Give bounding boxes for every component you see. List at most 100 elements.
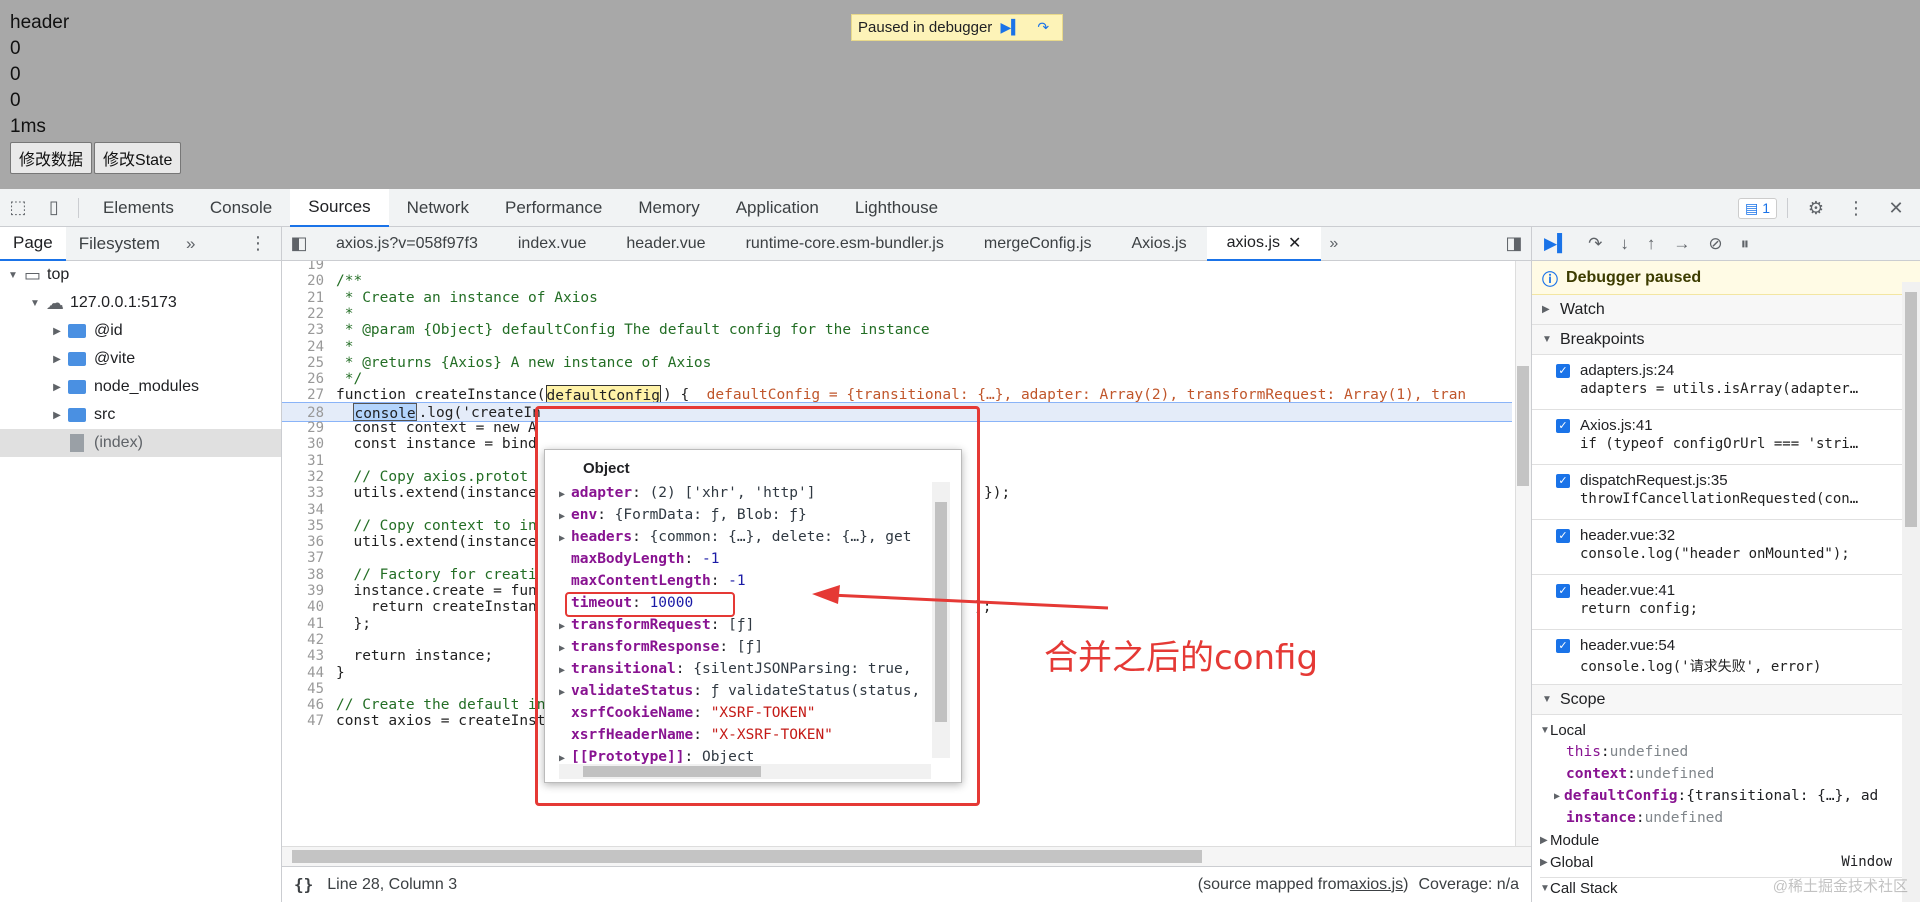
scope-panel: ▼ Local this: undefined context: undefine…	[1532, 715, 1920, 899]
breakpoint-checkbox[interactable]: ✓	[1556, 364, 1570, 378]
tree-item-label: top	[47, 266, 70, 283]
editor-tab[interactable]: header.vue	[606, 227, 725, 261]
scope-global-header[interactable]: ▶ Global Window	[1540, 851, 1920, 873]
coverage-label: Coverage: n/a	[1418, 875, 1519, 893]
close-icon[interactable]: ✕	[1878, 190, 1914, 226]
tree-item[interactable]: ▶ src	[0, 401, 281, 429]
modify-state-button[interactable]: 修改State	[94, 142, 182, 174]
line-number[interactable]: 47	[282, 711, 334, 731]
expand-arrow-icon[interactable]: ▶	[50, 410, 64, 421]
scope-variable[interactable]: this: undefined	[1540, 741, 1920, 763]
expand-arrow-icon[interactable]: ▶	[50, 326, 64, 337]
breakpoint-item[interactable]: ✓ header.vue:41 return config;	[1532, 575, 1920, 630]
toggle-navigator-icon[interactable]: ◧	[282, 226, 316, 262]
navigator-menu-icon[interactable]: ⋮	[249, 233, 281, 254]
editor-scroll-thumb[interactable]	[1517, 366, 1529, 486]
expand-arrow-icon[interactable]: ▶	[1554, 791, 1564, 802]
breakpoint-location: header.vue:32	[1580, 527, 1676, 544]
editor-vertical-scrollbar[interactable]	[1515, 261, 1531, 846]
debugger-scrollbar[interactable]	[1902, 282, 1920, 902]
collapse-arrow-icon[interactable]: ▼	[28, 298, 42, 309]
tab-sources[interactable]: Sources	[290, 188, 389, 227]
cursor-position: Line 28, Column 3	[327, 875, 458, 893]
watermark: @稀土掘金技术社区	[1772, 878, 1908, 895]
tab-application[interactable]: Application	[718, 189, 837, 227]
editor-tab[interactable]: Axios.js	[1111, 227, 1206, 261]
device-toolbar-icon[interactable]: ▯	[36, 190, 72, 226]
collapse-arrow-icon: ▼	[1542, 334, 1552, 345]
editor-tab[interactable]: axios.js?v=058f97f3	[316, 227, 498, 261]
editor-tab[interactable]: runtime-core.esm-bundler.js	[726, 227, 964, 261]
issues-count: 1	[1762, 200, 1770, 216]
scope-section-header[interactable]: ▼ Scope	[1532, 685, 1920, 715]
close-tab-icon[interactable]: ✕	[1288, 233, 1301, 253]
tab-network[interactable]: Network	[389, 189, 487, 227]
deactivate-breakpoints-icon[interactable]: ⊘	[1708, 234, 1722, 254]
more-tabs-icon[interactable]: »	[173, 227, 208, 261]
breakpoint-item[interactable]: ✓ dispatchRequest.js:35 throwIfCancellatio…	[1532, 465, 1920, 520]
tab-memory[interactable]: Memory	[620, 189, 717, 227]
tree-item[interactable]: ▶ @id	[0, 317, 281, 345]
pretty-print-button[interactable]: {}	[282, 875, 327, 894]
pause-on-exceptions-icon[interactable]: ⏸	[1741, 234, 1750, 254]
breakpoint-checkbox[interactable]: ✓	[1556, 474, 1570, 488]
breakpoint-item[interactable]: ✓ Axios.js:41 if (typeof configOrUrl === '…	[1532, 410, 1920, 465]
gear-icon[interactable]: ⚙	[1798, 190, 1834, 226]
page-line-header: header	[10, 12, 70, 33]
scope-local-header[interactable]: ▼ Local	[1540, 719, 1920, 741]
step-into-icon[interactable]: ↓	[1620, 234, 1629, 254]
inspect-element-icon[interactable]: ⬚	[0, 190, 36, 226]
tab-console[interactable]: Console	[192, 189, 290, 227]
tree-item[interactable]: (index)	[0, 429, 281, 457]
tab-performance[interactable]: Performance	[487, 189, 620, 227]
more-options-icon[interactable]: ⋮	[1838, 190, 1874, 226]
breakpoint-code: adapters = utils.isArray(adapter…	[1580, 381, 1859, 397]
step-over-icon[interactable]: ↷	[1588, 234, 1602, 254]
editor-tab[interactable]: mergeConfig.js	[964, 227, 1112, 261]
step-over-icon[interactable]: ↷	[1030, 17, 1056, 38]
breakpoint-item[interactable]: ✓ header.vue:54 console.log('请求失败', error)	[1532, 630, 1920, 685]
scope-variable[interactable]: instance: undefined	[1540, 807, 1920, 829]
editor-tab-active[interactable]: axios.js ✕	[1206, 226, 1322, 261]
editor-horizontal-scrollbar[interactable]	[282, 846, 1531, 866]
step-out-icon[interactable]: ↑	[1647, 234, 1656, 254]
breakpoint-item[interactable]: ✓ adapters.js:24 adapters = utils.isArray(…	[1532, 355, 1920, 410]
breakpoint-checkbox[interactable]: ✓	[1556, 584, 1570, 598]
modify-data-button[interactable]: 修改数据	[10, 142, 93, 174]
watch-section-header[interactable]: ▶ Watch	[1532, 295, 1920, 325]
toggle-debugger-icon[interactable]: ◨	[1497, 226, 1531, 262]
source-map-link[interactable]: axios.js	[1350, 876, 1403, 894]
page-viewport: header 0 0 0 1ms 修改数据 修改State Paused in …	[0, 0, 1920, 189]
scope-variable[interactable]: context: undefined	[1540, 763, 1920, 785]
breakpoint-location: header.vue:54	[1580, 637, 1676, 654]
resume-icon[interactable]: ▶▍	[1544, 234, 1570, 254]
tree-item[interactable]: ▼ ☁ 127.0.0.1:5173	[0, 289, 281, 317]
issues-badge[interactable]: ▤ 1	[1737, 197, 1777, 219]
tree-item[interactable]: ▼ ▭ top	[0, 261, 281, 289]
scope-variable[interactable]: ▶ defaultConfig: {transitional: {…}, ad	[1540, 785, 1920, 807]
editor-hscroll-thumb[interactable]	[292, 850, 1202, 863]
scope-module-header[interactable]: ▶ Module	[1540, 829, 1920, 851]
resume-icon[interactable]: ▶▍	[998, 17, 1024, 38]
breakpoints-section-header[interactable]: ▼ Breakpoints	[1532, 325, 1920, 355]
tree-item[interactable]: ▶ node_modules	[0, 373, 281, 401]
tab-lighthouse[interactable]: Lighthouse	[837, 189, 956, 227]
tab-filesystem[interactable]: Filesystem	[66, 227, 173, 261]
debugger-scroll-thumb[interactable]	[1905, 292, 1917, 527]
editor-tab[interactable]: index.vue	[498, 227, 607, 261]
breakpoint-checkbox[interactable]: ✓	[1556, 639, 1570, 653]
page-line-time: 1ms	[10, 116, 46, 137]
breakpoint-checkbox[interactable]: ✓	[1556, 529, 1570, 543]
breakpoint-item[interactable]: ✓ header.vue:32 console.log("header onMoun…	[1532, 520, 1920, 575]
watch-label: Watch	[1560, 300, 1605, 318]
folder-icon	[68, 380, 86, 394]
step-icon[interactable]: →	[1673, 234, 1690, 254]
tab-elements[interactable]: Elements	[85, 189, 192, 227]
more-tabs-icon[interactable]: »	[1321, 227, 1346, 261]
collapse-arrow-icon[interactable]: ▼	[6, 270, 20, 281]
breakpoint-checkbox[interactable]: ✓	[1556, 419, 1570, 433]
tab-page[interactable]: Page	[0, 226, 66, 261]
expand-arrow-icon[interactable]: ▶	[50, 354, 64, 365]
tree-item[interactable]: ▶ @vite	[0, 345, 281, 373]
expand-arrow-icon[interactable]: ▶	[50, 382, 64, 393]
